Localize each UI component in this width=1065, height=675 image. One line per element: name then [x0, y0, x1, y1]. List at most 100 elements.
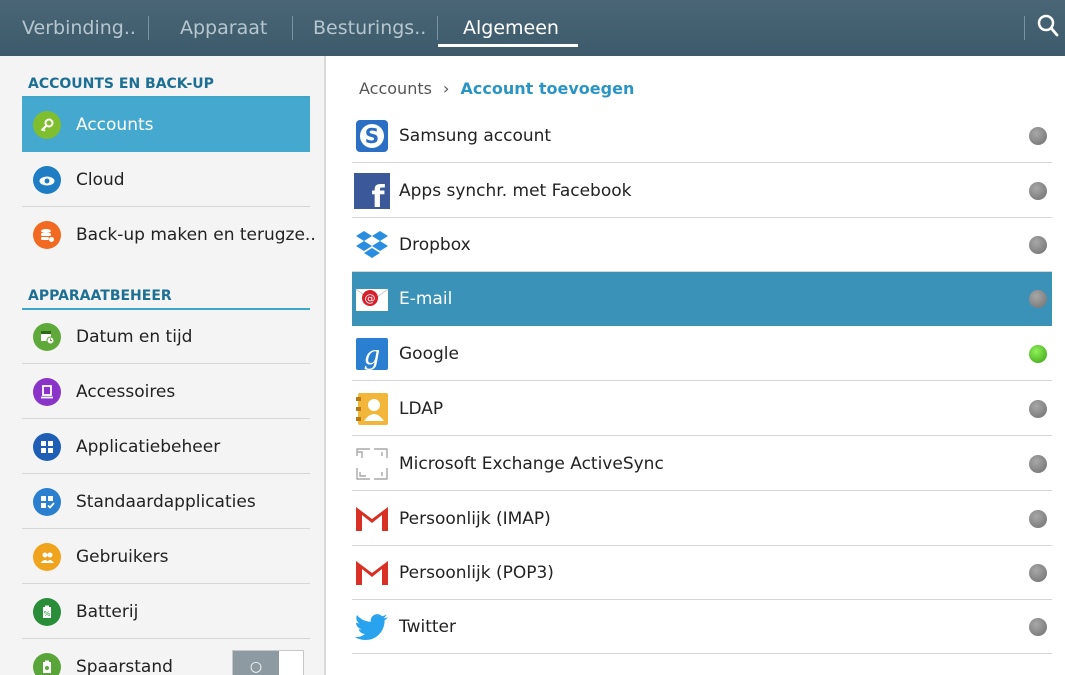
exchange-icon — [354, 446, 390, 482]
sidebar-item-backup[interactable]: Back-up maken en terugze.. — [22, 208, 316, 262]
account-option[interactable]: Twitter — [352, 600, 1052, 654]
account-option-label: Persoonlijk (POP3) — [399, 563, 554, 583]
sidebar-item-power-saving[interactable]: Spaarstand ○ — [22, 640, 310, 675]
account-option[interactable]: f Apps synchr. met Facebook — [352, 164, 1052, 218]
status-indicator — [1029, 127, 1047, 145]
tab-verbinding[interactable]: Verbinding.. — [22, 0, 136, 56]
account-option[interactable]: LDAP — [352, 382, 1052, 436]
sidebar-item-cloud[interactable]: Cloud — [22, 153, 310, 207]
account-option-label: Apps synchr. met Facebook — [399, 181, 632, 201]
svg-text:@: @ — [365, 292, 376, 305]
status-indicator — [1029, 510, 1047, 528]
svg-text:g: g — [364, 341, 381, 371]
section-title-accounts: ACCOUNTS EN BACK-UP — [28, 76, 214, 92]
settings-sidebar: ACCOUNTS EN BACK-UP Accounts Cloud Back-… — [0, 56, 326, 675]
status-indicator — [1029, 182, 1047, 200]
status-indicator — [1029, 400, 1047, 418]
active-tab-indicator — [438, 44, 578, 47]
breadcrumb-separator: › — [443, 79, 450, 98]
tab-algemeen[interactable]: Algemeen — [463, 0, 559, 56]
facebook-icon: f — [354, 173, 390, 215]
breadcrumb-current: Account toevoegen — [460, 79, 635, 98]
tab-divider — [292, 16, 293, 40]
item-divider — [22, 473, 310, 474]
tab-divider — [148, 16, 149, 40]
gmail-icon — [354, 555, 390, 591]
item-divider — [22, 528, 310, 529]
item-divider — [22, 638, 310, 639]
svg-text:f: f — [371, 180, 385, 209]
sidebar-item-label: Standaardapplicaties — [76, 492, 256, 512]
status-indicator — [1029, 618, 1047, 636]
ldap-icon — [354, 391, 390, 427]
sidebar-item-label: Batterij — [76, 602, 139, 622]
sidebar-item-app-manager[interactable]: Applicatiebeheer — [22, 420, 310, 474]
breadcrumb: Accounts › Account toevoegen — [359, 79, 634, 98]
item-divider — [352, 380, 1052, 381]
sidebar-item-label: Spaarstand — [76, 657, 173, 675]
accessory-icon — [33, 378, 61, 406]
email-icon: @ — [354, 281, 390, 317]
svg-text:%: % — [44, 610, 51, 618]
google-icon: g — [354, 336, 390, 372]
item-divider — [22, 363, 310, 364]
account-option[interactable]: @ E-mail — [352, 272, 1052, 326]
tab-besturings[interactable]: Besturings.. — [313, 0, 426, 56]
account-option-label: LDAP — [399, 399, 444, 419]
calendar-clock-icon — [33, 323, 61, 351]
default-apps-icon — [33, 488, 61, 516]
tab-apparaat[interactable]: Apparaat — [180, 0, 267, 56]
account-option-label: Google — [399, 344, 459, 364]
search-icon[interactable] — [1036, 12, 1060, 40]
twitter-icon — [354, 609, 390, 645]
item-divider — [22, 418, 310, 419]
item-divider — [22, 583, 310, 584]
dropbox-icon — [354, 227, 390, 263]
sidebar-item-battery[interactable]: % Batterij — [22, 585, 310, 639]
sidebar-item-accessories[interactable]: Accessoires — [22, 365, 310, 419]
sidebar-item-users[interactable]: Gebruikers — [22, 530, 310, 584]
sidebar-item-default-apps[interactable]: Standaardapplicaties — [22, 475, 310, 529]
item-divider — [22, 206, 310, 207]
sidebar-item-label: Applicatiebeheer — [76, 437, 221, 457]
account-option-label: Dropbox — [399, 235, 471, 255]
sidebar-item-label: Gebruikers — [76, 547, 169, 567]
sidebar-item-accounts[interactable]: Accounts — [22, 98, 310, 152]
breadcrumb-parent[interactable]: Accounts — [359, 79, 432, 98]
sidebar-item-label: Accessoires — [76, 382, 176, 402]
account-option[interactable]: S Samsung account — [352, 109, 1052, 163]
account-option[interactable]: g Google — [352, 327, 1052, 381]
section-title-device: APPARAATBEHEER — [28, 288, 172, 304]
sidebar-item-label: Back-up maken en terugze.. — [76, 225, 316, 245]
status-indicator — [1029, 290, 1047, 308]
top-tab-bar: Verbinding.. Apparaat Besturings.. Algem… — [0, 0, 1065, 56]
power-saving-toggle[interactable]: ○ — [232, 650, 304, 675]
gmail-icon — [354, 501, 390, 537]
sidebar-item-label: Accounts — [76, 115, 154, 135]
account-option-label: Twitter — [399, 617, 456, 637]
item-divider — [352, 653, 1052, 654]
tab-divider — [437, 16, 438, 40]
status-indicator — [1029, 564, 1047, 582]
toggle-knob: ○ — [233, 651, 279, 675]
apps-grid-icon — [33, 433, 61, 461]
svg-text:S: S — [365, 124, 379, 148]
samsung-icon: S — [354, 118, 390, 154]
sidebar-item-date-time[interactable]: Datum en tijd — [22, 310, 310, 364]
key-icon — [33, 111, 61, 139]
account-option[interactable]: Microsoft Exchange ActiveSync — [352, 437, 1052, 491]
tab-divider — [1024, 16, 1025, 40]
battery-icon: % — [33, 598, 61, 626]
account-option-label: E-mail — [399, 289, 453, 309]
account-option[interactable]: Persoonlijk (POP3) — [352, 546, 1052, 600]
backup-icon — [33, 221, 61, 249]
cloud-icon — [33, 166, 61, 194]
item-divider — [352, 490, 1052, 491]
sidebar-item-label: Cloud — [76, 170, 125, 190]
account-option[interactable]: Persoonlijk (IMAP) — [352, 492, 1052, 546]
account-option-label: Microsoft Exchange ActiveSync — [399, 454, 664, 474]
item-divider — [352, 435, 1052, 436]
account-option[interactable]: Dropbox — [352, 218, 1052, 272]
power-saving-icon — [33, 653, 61, 675]
sidebar-item-label: Datum en tijd — [76, 327, 193, 347]
